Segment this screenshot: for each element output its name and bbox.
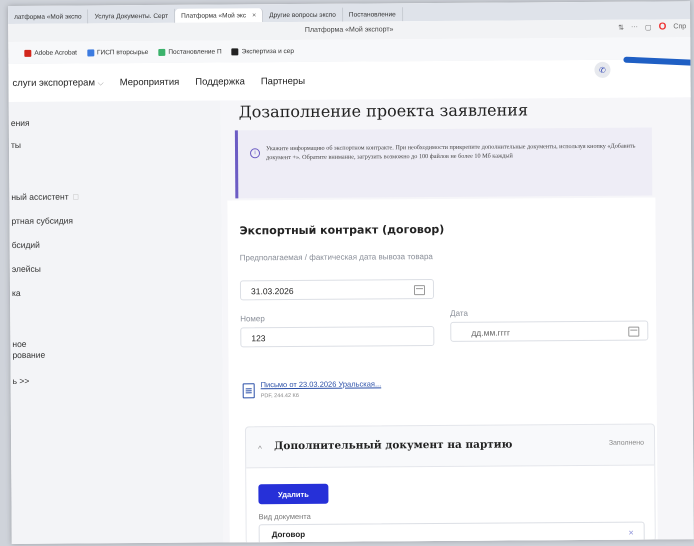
export-date-value: 31.03.2026 <box>250 286 294 297</box>
browser-tab-active[interactable]: Платформа «Мой экс × <box>175 8 264 23</box>
export-date-field[interactable]: 31.03.2026 <box>239 279 435 301</box>
bookmark-expertiza[interactable]: Экспертиза и сер <box>231 47 294 55</box>
info-banner: i Укажите информацию об экспортном контр… <box>234 127 653 199</box>
gisp-icon <box>86 48 95 56</box>
file-meta: PDF, 244.42 Кб <box>260 392 299 400</box>
accordion-body: Удалить Вид документа Договор × <box>246 464 655 544</box>
window-controls: ⇅ ··· ▢ O Спр <box>618 21 686 32</box>
sidebar-item[interactable]: ты <box>11 140 21 151</box>
tab-label: латформа «Мой экспо <box>14 12 82 21</box>
browser-logo-icon: O <box>658 21 667 33</box>
delete-button[interactable]: Удалить <box>258 483 329 505</box>
chevron-up-icon[interactable]: ^ <box>258 444 262 453</box>
section-title: Экспортный контракт (договор) <box>239 222 445 238</box>
sidebar-item[interactable]: бсидий <box>12 240 40 251</box>
more-icon[interactable]: ··· <box>631 24 638 31</box>
sidebar-collapse[interactable]: ь >> <box>13 376 30 387</box>
tab-label: Другие вопросы экспо <box>269 11 336 19</box>
calendar-icon[interactable] <box>628 326 640 337</box>
sidebar-item-assistant[interactable]: ный ассистент ☐ <box>11 192 79 204</box>
browser-tab[interactable]: Услуга Документы. Серт <box>88 8 176 24</box>
site-nav: слуги экспортерам ⌵ Мероприятия Поддержк… <box>8 59 694 102</box>
tab-label: Платформа «Мой экс <box>181 11 247 20</box>
sidebar-item[interactable]: ное <box>12 339 26 350</box>
chevron-down-icon: ⌵ <box>97 77 104 87</box>
nav-item-support[interactable]: Поддержка <box>195 76 245 87</box>
t-icon <box>231 47 239 55</box>
date-placeholder: дд.мм.гггг <box>471 327 511 338</box>
sidebar-item[interactable]: рование <box>12 350 45 361</box>
browser-tab[interactable]: Постановление <box>342 7 403 22</box>
info-icon: i <box>249 148 261 159</box>
browser-tab[interactable]: Другие вопросы экспо <box>263 7 343 23</box>
file-link[interactable]: Письмо от 23.03.2026 Уральская... <box>261 379 382 389</box>
tab-label: Услуга Документы. Серт <box>94 12 169 20</box>
extensions-icon[interactable]: ⇅ <box>618 23 624 31</box>
nav-item-partners[interactable]: Партнеры <box>261 75 305 86</box>
close-icon[interactable]: × <box>252 12 256 19</box>
external-link-icon: ☐ <box>72 194 79 202</box>
status-badge: Заполнено <box>608 439 645 447</box>
browser-tab[interactable]: латформа «Мой экспо <box>8 9 89 24</box>
doc-icon <box>158 48 166 56</box>
number-label: Номер <box>240 314 265 324</box>
bookmark-icon[interactable]: ▢ <box>645 23 652 31</box>
date-field[interactable]: дд.мм.гггг <box>450 320 649 342</box>
sidebar-item[interactable]: ртная субсидия <box>11 216 73 227</box>
nav-item-services[interactable]: слуги экспортерам ⌵ <box>12 77 103 89</box>
calendar-icon[interactable] <box>413 285 426 296</box>
clear-icon[interactable]: × <box>628 523 633 543</box>
accordion-title[interactable]: Дополнительный документ на партию <box>274 438 512 452</box>
doc-type-select[interactable]: Договор × <box>258 521 645 544</box>
bookmark-postanovlenie[interactable]: Постановление П <box>158 48 222 56</box>
sidebar-item[interactable]: ения <box>11 118 30 129</box>
export-date-label: Предполагаемая / фактическая дата вывоза… <box>239 252 433 263</box>
sidebar: ения ты ный ассистент ☐ ртная субсидия бс… <box>8 100 224 544</box>
doc-type-value: Договор <box>271 529 306 540</box>
date-label: Дата <box>450 308 468 318</box>
number-field[interactable]: 123 <box>240 326 435 348</box>
nav-item-events[interactable]: Мероприятия <box>120 76 180 87</box>
sidebar-label[interactable]: Спр <box>673 23 686 30</box>
phone-icon[interactable]: ✆ <box>594 61 611 78</box>
number-value: 123 <box>251 333 266 344</box>
bookmark-gisp[interactable]: ГИСП вторсырье <box>86 48 148 56</box>
file-icon <box>242 383 255 399</box>
sidebar-item[interactable]: элейсы <box>12 264 41 275</box>
page-title: Дозаполнение проекта заявления <box>238 100 529 122</box>
tab-label: Постановление <box>348 10 396 19</box>
additional-doc-accordion: ^ Дополнительный документ на партию Запо… <box>244 423 656 544</box>
bookmark-adobe[interactable]: Adobe Acrobat <box>24 49 77 57</box>
info-text: Укажите информацию об экспортном контрак… <box>265 142 636 162</box>
main-content: Дозаполнение проекта заявления i Укажите… <box>220 97 694 544</box>
pdf-icon <box>24 49 32 57</box>
browser-window: латформа «Мой экспо Услуга Документы. Се… <box>8 1 694 544</box>
form-card: Экспортный контракт (договор) Предполага… <box>227 197 658 544</box>
sidebar-item[interactable]: ка <box>12 288 21 299</box>
doc-type-label: Вид документа <box>258 511 311 522</box>
